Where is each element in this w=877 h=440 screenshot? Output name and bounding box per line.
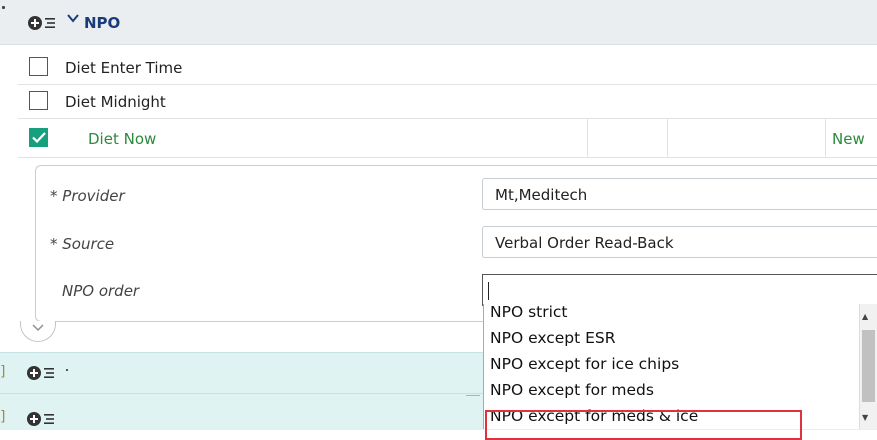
dropdown-option[interactable]: NPO except for ice chips: [490, 355, 679, 373]
npo-order-label: NPO order: [62, 282, 140, 300]
collapse-button[interactable]: [20, 321, 56, 342]
checkbox-checked[interactable]: [29, 128, 48, 147]
column-divider: [587, 119, 588, 157]
list-item[interactable]: Diet Enter Time: [18, 51, 877, 85]
chevron-down-icon: [32, 324, 44, 332]
column-divider: [825, 119, 826, 157]
bracket-icon: ]: [0, 409, 6, 425]
add-list-icon[interactable]: [26, 411, 60, 431]
scroll-up-icon[interactable]: ▲: [862, 312, 868, 321]
checkbox[interactable]: [29, 57, 48, 76]
chevron-down-icon[interactable]: [67, 11, 79, 29]
header-marker: [2, 6, 5, 9]
check-icon: [32, 132, 46, 143]
section-header: [0, 0, 877, 45]
dropdown-option[interactable]: NPO except ESR: [490, 329, 616, 347]
list-item-label: Diet Midnight: [65, 93, 166, 111]
add-list-icon[interactable]: [26, 365, 60, 385]
scrollbar-thumb[interactable]: [862, 330, 875, 402]
provider-label: * Provider: [50, 187, 125, 205]
source-value: Verbal Order Read-Back: [495, 234, 674, 252]
list-item-label: Diet Enter Time: [65, 59, 183, 77]
bracket-icon: ]: [0, 364, 6, 380]
section-title[interactable]: NPO: [84, 14, 120, 32]
provider-field[interactable]: Mt,Meditech: [482, 178, 877, 210]
list-item[interactable]: Diet Midnight: [18, 85, 877, 119]
list-item-selected[interactable]: Diet Now New: [18, 119, 877, 158]
source-field[interactable]: Verbal Order Read-Back: [482, 226, 877, 258]
npo-order-input[interactable]: [482, 274, 877, 306]
divider: [466, 395, 480, 396]
column-divider: [667, 119, 668, 157]
list-item-label: Diet Now: [88, 130, 157, 148]
add-list-icon[interactable]: [27, 15, 61, 35]
header-marker: [66, 369, 68, 371]
scroll-down-icon[interactable]: ▼: [862, 413, 868, 422]
highlight-box: [485, 410, 802, 440]
text-cursor: [488, 282, 489, 300]
source-label: * Source: [50, 235, 115, 253]
checkbox[interactable]: [29, 91, 48, 110]
dropdown-option[interactable]: NPO strict: [490, 304, 568, 321]
status-text: New: [832, 130, 865, 148]
provider-value: Mt,Meditech: [495, 186, 588, 204]
dropdown-option[interactable]: NPO except for meds: [490, 381, 654, 399]
